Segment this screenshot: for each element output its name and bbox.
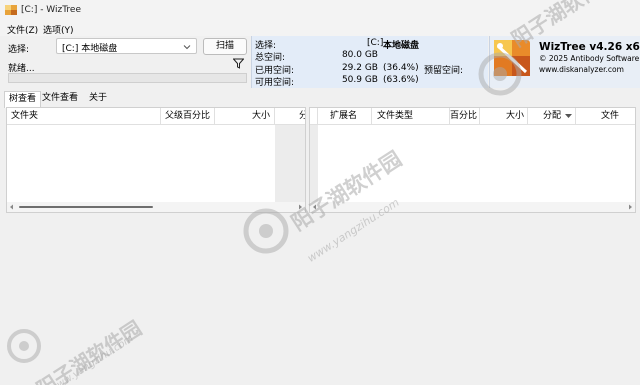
column-files[interactable]: 文件 xyxy=(576,108,635,125)
free-space-value: 50.9 GB xyxy=(341,75,378,85)
info-drive: [C:] xyxy=(367,38,384,48)
sort-down-icon xyxy=(565,114,572,118)
used-space-value: 29.2 GB xyxy=(341,63,378,73)
watermark-logo-icon xyxy=(7,329,41,363)
title-bar: [C:] - WizTree xyxy=(0,0,640,20)
column-ext-size[interactable]: 大小 xyxy=(480,108,528,125)
progress-bar xyxy=(8,73,247,83)
info-drive-name: 本地磁盘 xyxy=(383,41,420,51)
column-extension[interactable]: 扩展名 xyxy=(318,108,372,125)
scroll-left-icon[interactable] xyxy=(312,204,318,210)
tree-scroll-thumb[interactable] xyxy=(19,206,153,208)
column-parent-percent[interactable]: 父级百分比 xyxy=(161,108,215,125)
drive-select[interactable]: [C:] 本地磁盘 xyxy=(56,38,197,54)
extension-header: 扩展名 文件类型 百分比 大小 分配 文件 xyxy=(310,108,635,125)
logo-website[interactable]: www.diskanalyzer.com xyxy=(539,65,624,74)
tree-column-fill xyxy=(275,125,305,202)
menu-bar: 文件(Z) 选项(Y) xyxy=(0,20,640,36)
drive-info-panel: 选择: [C:] 本地磁盘 总空间: 80.0 GB 已用空间: 29.2 GB… xyxy=(251,36,488,88)
window-title: [C:] - WizTree xyxy=(21,5,81,15)
scroll-right-icon[interactable] xyxy=(297,204,303,210)
menu-options[interactable]: 选项(Y) xyxy=(43,23,74,36)
column-file-type[interactable]: 文件类型 xyxy=(372,108,450,125)
chevron-down-icon xyxy=(183,45,191,50)
extension-list-panel[interactable]: 扩展名 文件类型 百分比 大小 分配 文件 xyxy=(309,107,636,213)
watermark-logo-icon xyxy=(478,52,522,96)
tab-file-view[interactable]: 文件查看 xyxy=(38,91,82,107)
extension-color-column xyxy=(310,125,318,202)
column-percent[interactable]: 百分比 xyxy=(450,108,480,125)
column-size[interactable]: 大小 xyxy=(215,108,275,125)
tab-tree-view[interactable]: 树查看 xyxy=(4,91,42,108)
logo-app-name: WizTree v4.26 x64 xyxy=(539,41,640,53)
tab-about[interactable]: 关于 xyxy=(85,91,111,107)
scroll-right-icon[interactable] xyxy=(627,204,633,210)
extension-horizontal-scrollbar[interactable] xyxy=(310,202,635,212)
free-space-percent: (63.6%) xyxy=(383,75,419,85)
used-space-percent: (36.4%) xyxy=(383,63,419,73)
column-folder[interactable]: 文件夹 xyxy=(7,108,161,125)
column-allocated[interactable]: 分 xyxy=(275,108,305,125)
folder-tree-panel[interactable]: 文件夹 父级百分比 大小 分 xyxy=(6,107,306,213)
drive-select-value: [C:] 本地磁盘 xyxy=(62,44,118,54)
filter-icon[interactable] xyxy=(233,58,244,69)
scroll-left-icon[interactable] xyxy=(9,204,15,210)
scan-button[interactable]: 扫描 xyxy=(203,38,247,55)
total-space-value: 80.0 GB xyxy=(341,50,378,60)
column-spacer xyxy=(310,108,318,125)
reserved-space-label: 预留空间: xyxy=(424,66,464,76)
menu-file[interactable]: 文件(Z) xyxy=(7,23,38,36)
watermark-logo-icon xyxy=(243,208,289,254)
total-space-label: 总空间: xyxy=(255,53,286,63)
drive-select-label: 选择: xyxy=(8,45,30,55)
logo-copyright: © 2025 Antibody Software xyxy=(539,54,640,63)
treemap-area[interactable] xyxy=(4,214,636,381)
free-space-label: 可用空间: xyxy=(255,78,295,88)
tree-header: 文件夹 父级百分比 大小 分 xyxy=(7,108,305,125)
app-icon xyxy=(5,5,17,15)
